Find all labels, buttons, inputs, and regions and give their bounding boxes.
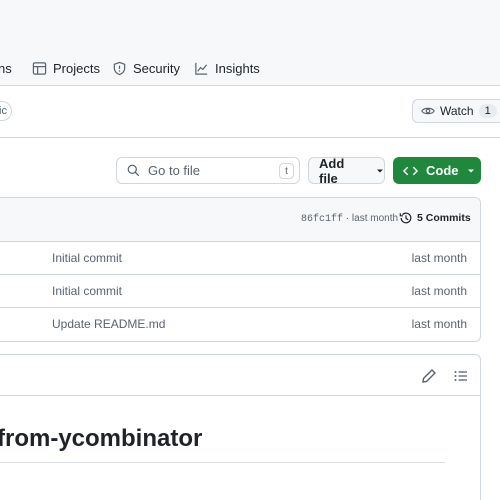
commit-time: last month (411, 317, 467, 331)
watch-label: Watch (440, 104, 474, 118)
readme-heading: from-ycombinator (0, 425, 203, 452)
code-button[interactable]: Code (393, 157, 481, 184)
commit-time: last month (411, 251, 467, 265)
outline-list-icon[interactable] (453, 368, 469, 384)
code-label: Code (426, 163, 459, 178)
readme-panel: from-ycombinator (0, 354, 481, 500)
commit-time: last month (411, 284, 467, 298)
heading-divider (0, 462, 445, 463)
tab-label: ns (0, 60, 12, 76)
commit-message[interactable]: Update README.md (52, 317, 165, 331)
watch-button[interactable]: Watch 1 (412, 99, 500, 123)
caret-down-icon (467, 169, 474, 172)
tab-actions-partial[interactable]: ns (0, 58, 12, 78)
visibility-label: lic (0, 105, 7, 117)
watch-count: 1 (478, 104, 497, 118)
history-icon (399, 212, 412, 224)
commit-meta[interactable]: 86fc1ff · last month (301, 213, 398, 225)
pencil-icon[interactable] (421, 368, 437, 384)
eye-icon (421, 107, 435, 115)
add-file-button[interactable]: Add file (308, 155, 385, 186)
go-to-file-input[interactable]: Go to file t (116, 157, 300, 184)
table-icon (32, 61, 47, 75)
caret-down-icon (377, 169, 384, 172)
tab-label: Security (133, 60, 180, 76)
commit-time: last month (351, 213, 399, 224)
search-placeholder: Go to file (148, 163, 201, 178)
file-row[interactable]: Update README.md last month (0, 308, 480, 341)
tab-security[interactable]: Security (112, 58, 180, 78)
commit-message[interactable]: Initial commit (52, 284, 122, 298)
add-file-label: Add file (319, 155, 345, 186)
commits-label: 5 Commits (417, 212, 471, 224)
commit-hash[interactable]: 86fc1ff (301, 214, 343, 225)
file-row[interactable]: Initial commit last month (0, 242, 480, 275)
readme-header (0, 355, 480, 396)
search-icon (127, 164, 140, 177)
commits-link[interactable]: 5 Commits (399, 211, 471, 225)
graph-icon (195, 62, 208, 75)
file-row[interactable]: Initial commit last month (0, 275, 480, 308)
latest-commit-bar: 86fc1ff · last month 5 Commits (0, 198, 480, 242)
shield-icon (113, 61, 126, 75)
code-icon (403, 166, 418, 175)
tab-label: Insights (215, 60, 260, 76)
repo-top-bar: ns Projects Security Insights (0, 0, 500, 86)
commit-message[interactable]: Initial commit (52, 251, 122, 265)
tab-label: Projects (53, 60, 100, 76)
tab-projects[interactable]: Projects (32, 58, 100, 78)
shortcut-key: t (279, 163, 294, 179)
file-list: 86fc1ff · last month 5 Commits Initial c… (0, 197, 481, 342)
tab-insights[interactable]: Insights (194, 58, 260, 78)
